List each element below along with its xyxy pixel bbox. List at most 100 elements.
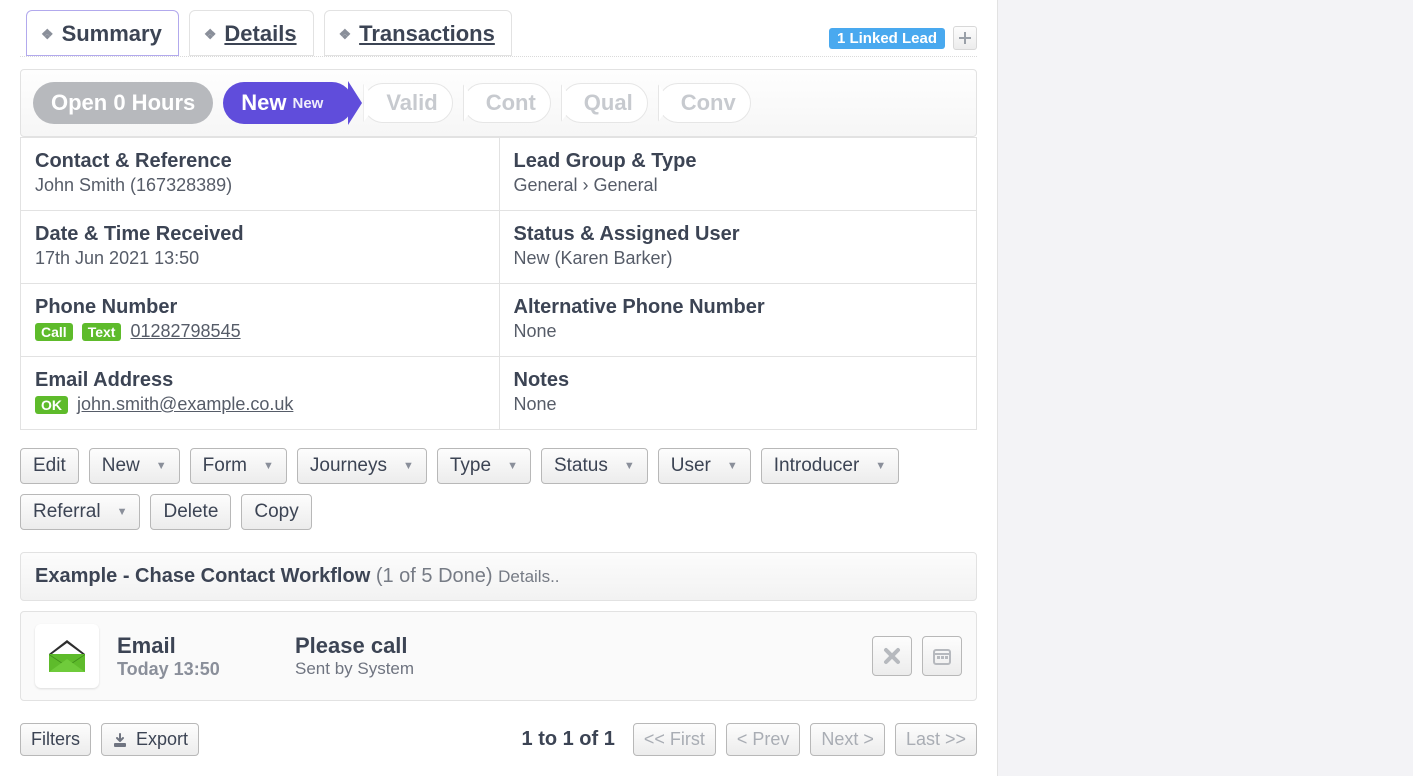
summary-grid: Contact & Reference John Smith (16732838… xyxy=(20,137,977,430)
pager-last-label: Last >> xyxy=(906,729,966,750)
introducer-dropdown[interactable]: Introducer ▼ xyxy=(761,448,899,484)
workflow-count: (1 of 5 Done) xyxy=(376,565,493,587)
phone-number-link[interactable]: 01282798545 xyxy=(130,321,240,341)
stage-cont[interactable]: Cont xyxy=(463,83,551,123)
caret-icon: ▼ xyxy=(403,460,414,472)
value-received: 17th Jun 2021 13:50 xyxy=(35,248,483,269)
tab-transactions[interactable]: ❖ Transactions xyxy=(324,10,512,56)
stage-conv[interactable]: Conv xyxy=(658,83,751,123)
stage-new[interactable]: New New xyxy=(223,82,353,124)
email-link[interactable]: john.smith@example.co.uk xyxy=(77,394,293,414)
pager-next-button[interactable]: Next > xyxy=(810,723,885,756)
workflow-title: Example - Chase Contact Workflow xyxy=(35,565,370,587)
status-dropdown-label: Status xyxy=(554,455,608,477)
workflow-item-type: Email Today 13:50 xyxy=(117,633,277,680)
value-contact-ref: John Smith (167328389) xyxy=(35,175,483,196)
linked-lead-badge[interactable]: 1 Linked Lead xyxy=(829,28,945,49)
workflow-item-schedule-button[interactable] xyxy=(922,636,962,676)
form-dropdown[interactable]: Form ▼ xyxy=(190,448,287,484)
workflow-item-dismiss-button[interactable] xyxy=(872,636,912,676)
label-phone: Phone Number xyxy=(35,296,483,319)
type-dropdown[interactable]: Type▼ xyxy=(437,448,531,484)
caret-icon: ▼ xyxy=(727,460,738,472)
cell-contact-ref: Contact & Reference John Smith (16732838… xyxy=(21,137,499,210)
pager-last-button[interactable]: Last >> xyxy=(895,723,977,756)
cell-alt-phone: Alternative Phone Number None xyxy=(499,283,977,356)
label-received: Date & Time Received xyxy=(35,223,483,246)
filters-button-label: Filters xyxy=(31,729,80,750)
caret-icon: ▼ xyxy=(263,460,274,472)
pager-prev-button[interactable]: < Prev xyxy=(726,723,801,756)
introducer-dropdown-label: Introducer xyxy=(774,455,860,477)
workflow-item-time: Today 13:50 xyxy=(117,659,277,680)
value-status-user: New (Karen Barker) xyxy=(514,248,961,269)
status-dropdown[interactable]: Status ▼ xyxy=(541,448,648,484)
edit-button[interactable]: Edit xyxy=(20,448,79,484)
footer-row: Filters Export 1 to 1 of 1 << First < Pr… xyxy=(20,723,977,756)
phone-text-chip[interactable]: Text xyxy=(82,323,122,341)
label-lead-group: Lead Group & Type xyxy=(514,150,961,173)
referral-dropdown[interactable]: Referral ▼ xyxy=(20,494,140,530)
form-dropdown-label: Form xyxy=(203,455,247,477)
stage-new-main: New xyxy=(241,90,286,116)
label-contact-ref: Contact & Reference xyxy=(35,150,483,173)
edit-button-label: Edit xyxy=(33,455,66,477)
referral-dropdown-label: Referral xyxy=(33,501,101,523)
tab-transactions-label: Transactions xyxy=(359,21,495,47)
close-icon xyxy=(882,646,902,666)
stage-qual[interactable]: Qual xyxy=(561,83,648,123)
stage-new-sub: New xyxy=(293,95,324,112)
label-notes: Notes xyxy=(514,369,961,392)
user-dropdown[interactable]: User ▼ xyxy=(658,448,751,484)
caret-icon: ▼ xyxy=(117,506,128,518)
add-linked-button[interactable] xyxy=(953,26,977,50)
summary-panel: Open 0 Hours New New Valid Cont Qual Con… xyxy=(20,56,977,756)
label-alt-phone: Alternative Phone Number xyxy=(514,296,961,319)
cell-notes: Notes None xyxy=(499,356,977,429)
delete-button[interactable]: Delete xyxy=(150,494,231,530)
tab-details-label: Details xyxy=(224,21,296,47)
phone-call-chip[interactable]: Call xyxy=(35,323,73,341)
email-ok-chip: OK xyxy=(35,396,68,414)
pager-first-button[interactable]: << First xyxy=(633,723,716,756)
copy-button[interactable]: Copy xyxy=(241,494,311,530)
caret-icon: ▼ xyxy=(624,460,635,472)
download-icon xyxy=(112,732,128,748)
new-dropdown[interactable]: New▼ xyxy=(89,448,180,484)
side-padding xyxy=(998,0,1413,776)
export-button[interactable]: Export xyxy=(101,723,199,756)
workflow-item-subject: Please call xyxy=(295,633,414,659)
workflow-header: Example - Chase Contact Workflow (1 of 5… xyxy=(20,552,977,601)
arrow-icon: ❖ xyxy=(204,27,217,41)
label-status-user: Status & Assigned User xyxy=(514,223,961,246)
cell-phone: Phone Number Call Text 01282798545 xyxy=(21,283,499,356)
caret-icon: ▼ xyxy=(875,460,886,472)
filters-button[interactable]: Filters xyxy=(20,723,91,756)
tab-row: ❖ Summary ❖ Details ❖ Transactions 1 Lin… xyxy=(26,10,977,56)
arrow-icon: ❖ xyxy=(339,27,352,41)
pager-range: 1 to 1 of 1 xyxy=(522,728,615,751)
plus-icon xyxy=(958,31,972,45)
tab-summary[interactable]: ❖ Summary xyxy=(26,10,179,56)
stage-valid[interactable]: Valid xyxy=(363,83,452,123)
arrow-icon: ❖ xyxy=(41,27,54,41)
pager-next-label: Next > xyxy=(821,729,874,750)
workflow-item-kind: Email xyxy=(117,633,277,659)
workflow-item-actions xyxy=(872,636,962,676)
workflow-details-link[interactable]: Details.. xyxy=(498,567,559,586)
pager-prev-label: < Prev xyxy=(737,729,790,750)
copy-button-label: Copy xyxy=(254,501,298,523)
tab-details[interactable]: ❖ Details xyxy=(189,10,314,56)
value-lead-group: General › General xyxy=(514,175,961,196)
journeys-dropdown[interactable]: Journeys ▼ xyxy=(297,448,427,484)
actions-row: Edit New▼ Form▼ Journeys▼ Type▼ Status▼ … xyxy=(20,448,977,530)
caret-icon: ▼ xyxy=(156,460,167,472)
linked-lead-row: 1 Linked Lead xyxy=(829,26,977,56)
export-button-label: Export xyxy=(136,729,188,750)
delete-button-label: Delete xyxy=(163,501,218,523)
tab-summary-label: Summary xyxy=(62,21,162,47)
email-icon xyxy=(35,624,99,688)
value-alt-phone: None xyxy=(514,321,961,342)
user-dropdown-label: User xyxy=(671,455,711,477)
journeys-dropdown-label: Journeys xyxy=(310,455,387,477)
